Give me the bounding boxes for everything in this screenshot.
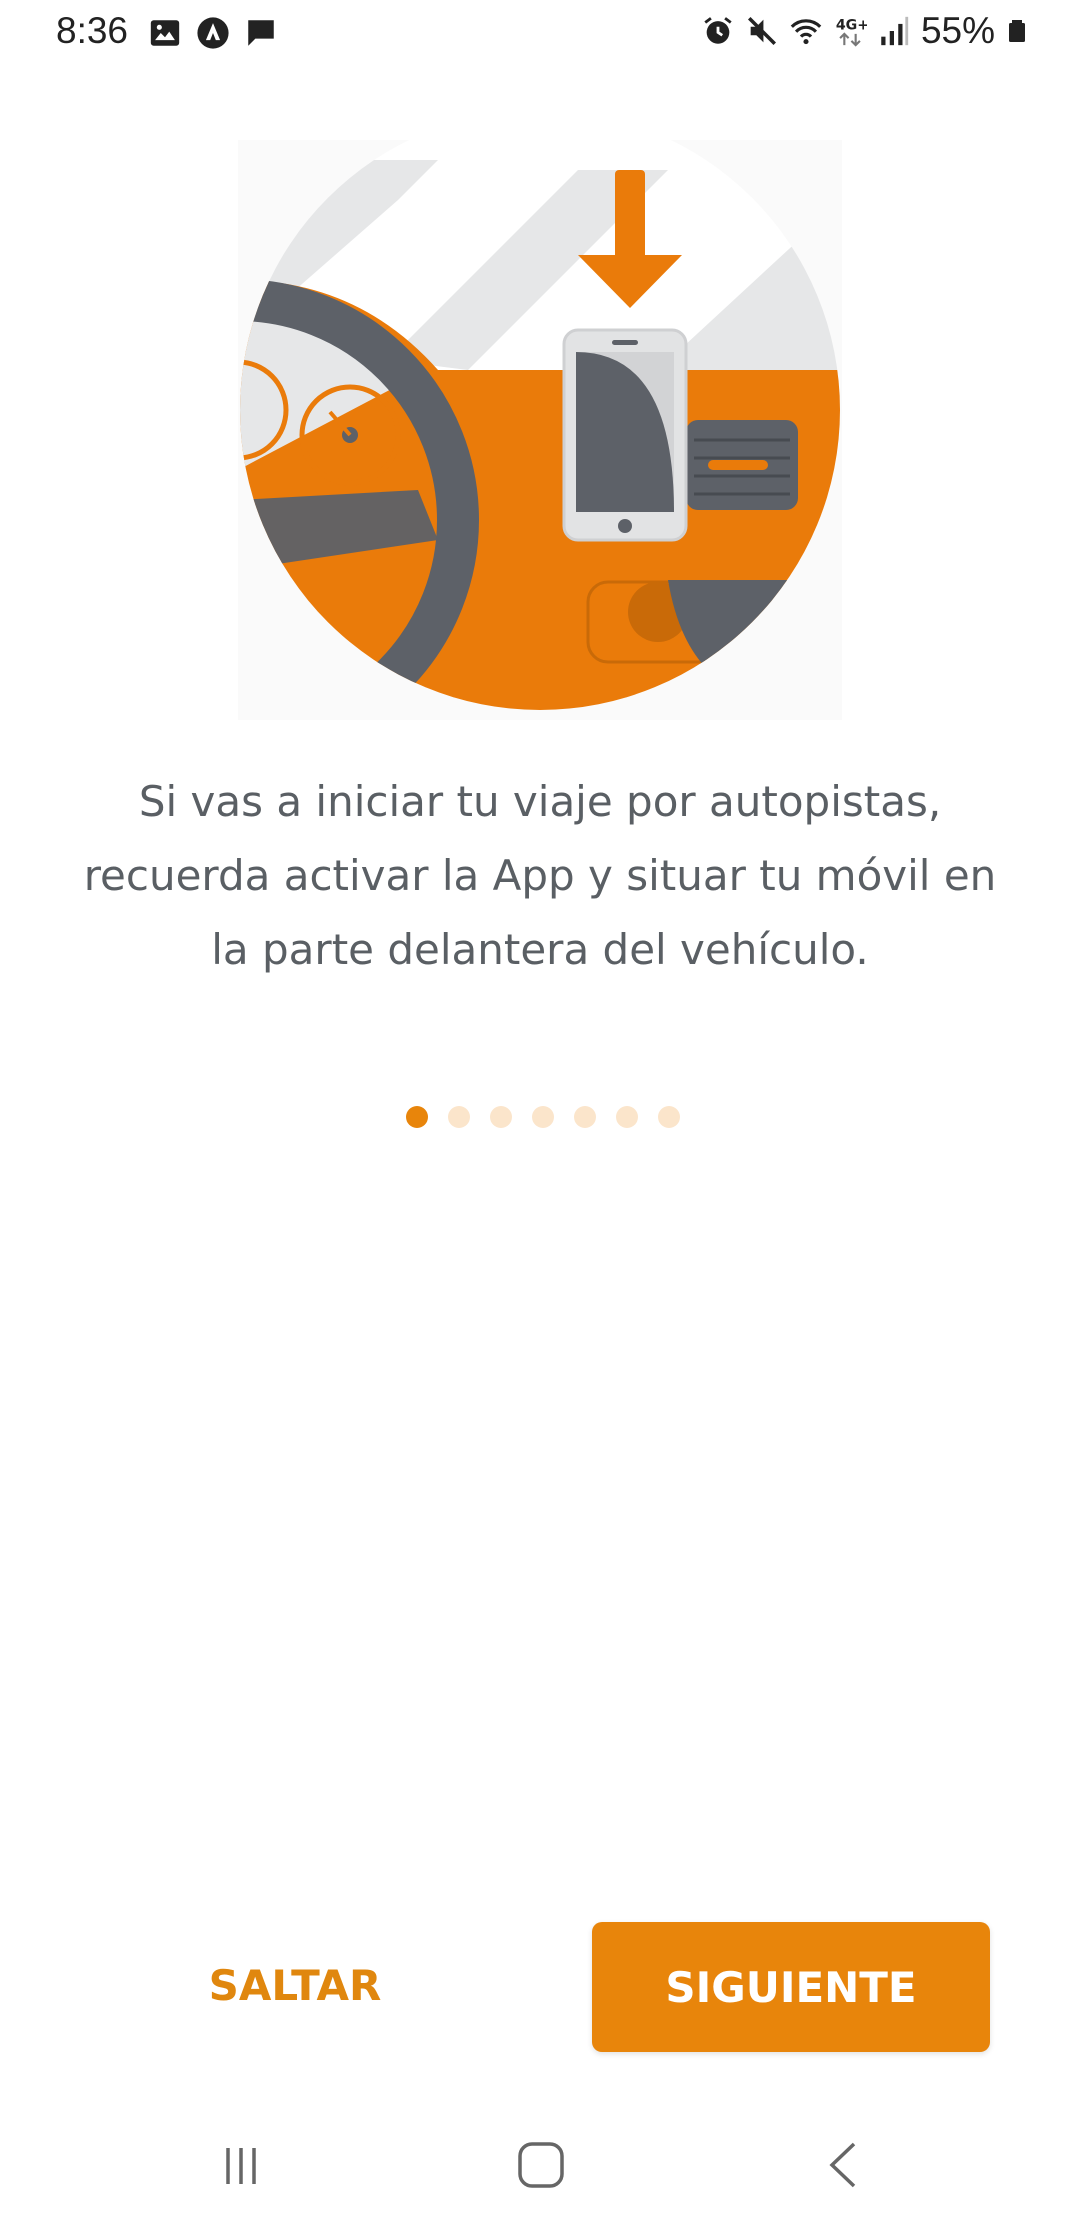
back-button[interactable] <box>800 2130 890 2200</box>
recents-button[interactable] <box>196 2130 286 2200</box>
4g-icon: 4G+ <box>836 18 867 47</box>
next-button[interactable]: SIGUIENTE <box>592 1922 990 2052</box>
message-icon <box>248 20 274 46</box>
page-dot <box>447 1106 470 1128</box>
arrow-circle-icon <box>197 17 229 49</box>
home-icon <box>518 2142 564 2188</box>
page-dot <box>573 1106 596 1128</box>
page-dot <box>615 1106 638 1128</box>
image-icon <box>150 20 180 46</box>
battery-icon <box>1009 20 1025 42</box>
home-button[interactable] <box>496 2130 586 2200</box>
status-right-icons: 4G+ 55% <box>701 10 1029 52</box>
system-nav-bar <box>0 2100 1081 2222</box>
mute-icon <box>747 16 776 46</box>
alarm-icon <box>704 17 732 44</box>
signal-icon <box>881 16 909 46</box>
onboarding-description: Si vas a iniciar tu viaje por autopistas… <box>83 777 997 974</box>
back-icon <box>829 2142 856 2188</box>
svg-text:4G+: 4G+ <box>836 18 867 34</box>
page-dot <box>489 1106 512 1128</box>
wifi-icon <box>790 19 822 45</box>
status-bar: 8:36 4G+ 55% <box>0 0 1081 70</box>
page-dot-active <box>405 1106 428 1128</box>
status-left-icons <box>148 16 278 50</box>
car-dashboard-phone-illustration <box>238 140 842 720</box>
battery-percent: 55% <box>920 10 995 51</box>
page-dot <box>657 1106 680 1128</box>
status-time: 8:36 <box>56 10 129 51</box>
page-indicator <box>0 1106 1081 1128</box>
skip-button[interactable]: SALTAR <box>150 1920 440 2050</box>
recents-icon <box>226 2148 256 2184</box>
page-dot <box>531 1106 554 1128</box>
